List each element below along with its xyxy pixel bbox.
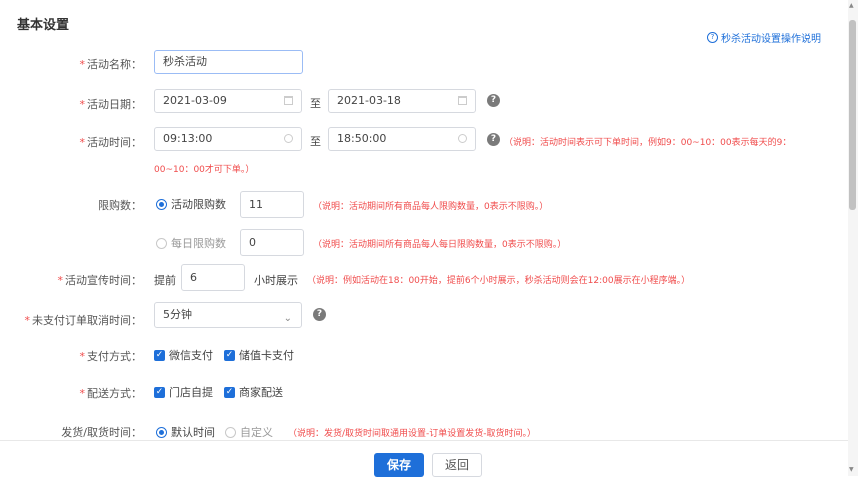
calendar-icon (458, 96, 467, 105)
daily-limit-option[interactable]: 每日限购数 (156, 235, 226, 251)
end-date-input[interactable]: 2021-03-18 (328, 89, 476, 113)
payment-wechat-label: 微信支付 (169, 349, 213, 362)
date-label: * 活动日期： (20, 96, 143, 112)
radio-checked[interactable] (156, 198, 167, 210)
help-link[interactable]: ? 秒杀活动设置操作说明 (707, 30, 821, 45)
scroll-up-arrow-icon[interactable]: ▲ (849, 2, 854, 9)
time-label-text: 活动时间： (87, 136, 142, 149)
question-icon[interactable]: ? (487, 133, 500, 146)
activity-limit-label: 活动限购数 (171, 198, 226, 211)
name-label: * 活动名称： (20, 56, 143, 72)
checkbox-checked-icon[interactable]: ✓ (154, 349, 165, 361)
scrollbar-thumb[interactable] (849, 20, 856, 210)
cancel-time-select[interactable]: 5分钟 ⌄ (154, 302, 302, 328)
cancel-label-text: 未支付订单取消时间： (32, 314, 142, 327)
daily-limit-note: （说明：活动期间所有商品每人每日限购数量，0表示不限购。） (313, 240, 567, 250)
ship-time-note: （说明：发货/取货时间取通用设置-订单设置发货-取货时间。） (288, 429, 537, 439)
page-title: 基本设置 (17, 18, 70, 33)
time-note: （说明：活动时间表示可下单时间，例如9：00~10：00表示每天的9： (504, 138, 792, 148)
promo-label-text: 活动宣传时间： (65, 274, 142, 287)
activity-name-input[interactable]: 秒杀活动 (154, 50, 303, 74)
chevron-down-icon: ⌄ (283, 313, 292, 324)
required-mark: * (57, 274, 64, 287)
payment-label: * 支付方式： (20, 348, 143, 364)
required-mark: * (79, 387, 86, 400)
checkbox-checked-icon[interactable]: ✓ (224, 349, 235, 361)
delivery-pickup-option[interactable]: ✓ 门店自提 (154, 384, 213, 400)
activity-limit-note: （说明：活动期间所有商品每人限购数量，0表示不限购。） (313, 202, 549, 212)
question-icon[interactable]: ? (313, 308, 326, 321)
activity-limit-option[interactable]: 活动限购数 (156, 196, 226, 212)
save-button[interactable]: 保存 (374, 453, 424, 477)
back-button[interactable]: 返回 (432, 453, 482, 477)
ship-time-label: 发货/取货时间： (61, 426, 142, 439)
required-mark: * (79, 58, 86, 71)
radio-checked[interactable] (156, 426, 167, 438)
delivery-label-text: 配送方式： (87, 387, 142, 400)
limit-label: 限购数： (98, 199, 142, 212)
required-mark: * (79, 350, 86, 363)
clock-icon (458, 134, 467, 143)
scroll-down-arrow-icon[interactable]: ▼ (849, 466, 854, 473)
promo-hours-input[interactable]: 6 (181, 264, 245, 291)
activity-limit-input[interactable]: 11 (240, 191, 304, 218)
payment-wechat-option[interactable]: ✓ 微信支付 (154, 347, 213, 363)
start-time-input[interactable]: 09:13:00 (154, 127, 302, 151)
required-mark: * (79, 136, 86, 149)
promo-prefix: 提前 (154, 274, 176, 287)
radio-unchecked[interactable] (156, 237, 167, 249)
delivery-label: * 配送方式： (20, 385, 143, 401)
delivery-pickup-label: 门店自提 (169, 386, 213, 399)
daily-limit-label: 每日限购数 (171, 237, 226, 250)
radio-unchecked[interactable] (225, 426, 236, 438)
end-date-value: 2021-03-18 (337, 94, 401, 107)
calendar-icon (284, 96, 293, 105)
time-label: * 活动时间： (20, 134, 143, 150)
footer-divider (0, 440, 858, 441)
end-time-input[interactable]: 18:50:00 (328, 127, 476, 151)
ship-default-option[interactable]: 默认时间 (156, 424, 215, 440)
cancel-time-value: 5分钟 (163, 308, 192, 321)
promo-label: * 活动宣传时间： (20, 272, 143, 288)
payment-label-text: 支付方式： (87, 350, 142, 363)
daily-limit-input[interactable]: 0 (240, 229, 304, 256)
delivery-merchant-label: 商家配送 (239, 386, 283, 399)
question-icon[interactable]: ? (487, 94, 500, 107)
checkbox-checked-icon[interactable]: ✓ (154, 386, 165, 398)
start-time-value: 09:13:00 (163, 132, 213, 145)
payment-stored-card-option[interactable]: ✓ 储值卡支付 (224, 347, 294, 363)
cancel-label: * 未支付订单取消时间： (10, 312, 143, 328)
payment-stored-card-label: 储值卡支付 (239, 349, 294, 362)
promo-note: （说明：例如活动在18：00开始，提前6个小时展示，秒杀活动则会在12:00展示… (307, 276, 691, 286)
start-date-input[interactable]: 2021-03-09 (154, 89, 302, 113)
checkbox-checked-icon[interactable]: ✓ (224, 386, 235, 398)
start-date-value: 2021-03-09 (163, 94, 227, 107)
delivery-merchant-option[interactable]: ✓ 商家配送 (224, 384, 283, 400)
help-link-text[interactable]: 秒杀活动设置操作说明 (721, 30, 821, 45)
date-separator: 至 (310, 97, 321, 110)
time-note-cont: 00~10：00才可下单。） (154, 165, 255, 175)
ship-custom-option[interactable]: 自定义 (225, 424, 273, 440)
ship-default-label: 默认时间 (171, 426, 215, 439)
required-mark: * (24, 314, 31, 327)
help-circle-icon: ? (707, 32, 718, 43)
end-time-value: 18:50:00 (337, 132, 387, 145)
promo-suffix: 小时展示 (254, 274, 298, 287)
date-label-text: 活动日期： (87, 98, 142, 111)
ship-custom-label: 自定义 (240, 426, 273, 439)
clock-icon (284, 134, 293, 143)
required-mark: * (79, 98, 86, 111)
name-label-text: 活动名称： (87, 58, 142, 71)
time-separator: 至 (310, 135, 321, 148)
